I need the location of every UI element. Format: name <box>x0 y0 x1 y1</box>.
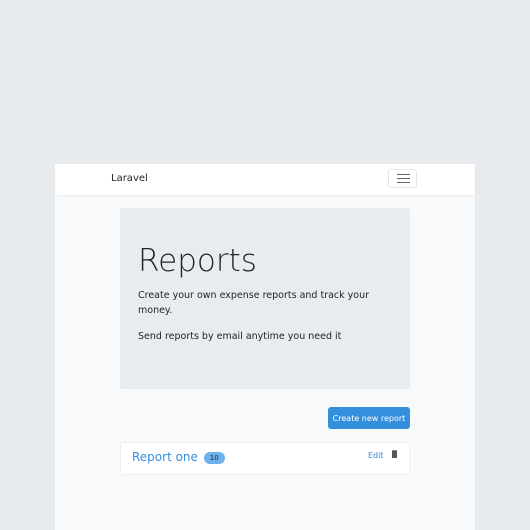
hamburger-icon-line <box>397 178 410 179</box>
edit-link[interactable]: Edit <box>368 451 384 460</box>
hamburger-icon-line <box>397 182 410 183</box>
report-list-item: Report one 10 Edit <box>120 442 410 475</box>
report-title: Report one <box>132 450 198 464</box>
app-window: Laravel Reports Create your own expense … <box>55 164 475 530</box>
create-report-button[interactable]: Create new report <box>328 407 410 429</box>
jumbotron: Reports Create your own expense reports … <box>120 208 410 389</box>
info-text: Send reports by email anytime you need i… <box>138 331 342 342</box>
hamburger-icon <box>397 174 410 175</box>
lead-text: Create your own expense reports and trac… <box>138 290 370 316</box>
brand-link[interactable]: Laravel <box>111 173 148 184</box>
navbar-toggler-button[interactable] <box>388 169 417 188</box>
report-title-link[interactable]: Report one 10 <box>132 450 225 464</box>
count-badge: 10 <box>203 451 225 464</box>
navbar: Laravel <box>55 164 475 195</box>
page-title: Reports <box>138 243 257 279</box>
trash-icon[interactable] <box>392 450 397 458</box>
